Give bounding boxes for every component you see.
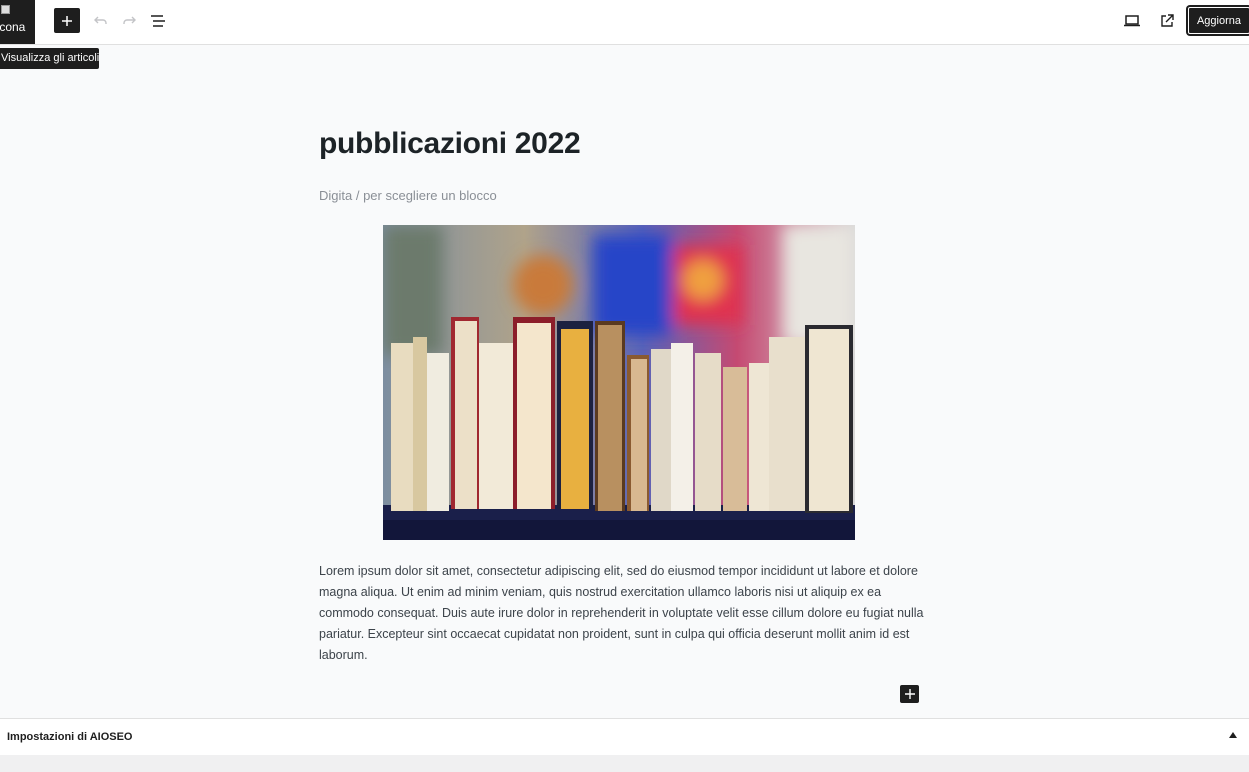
document-overview-button[interactable] [147, 10, 169, 32]
post-title[interactable]: pubblicazioni 2022 [319, 127, 581, 161]
aioseo-panel-header[interactable]: Impostazioni di AIOSEO [0, 719, 1249, 755]
redo-icon [123, 16, 136, 24]
site-icon-alt-text: Icona [0, 20, 26, 34]
aioseo-panel: Impostazioni di AIOSEO [0, 718, 1249, 772]
block-placeholder[interactable]: Digita / per scegliere un blocco [319, 188, 497, 203]
caret-up-icon[interactable] [1229, 732, 1237, 738]
aioseo-panel-title: Impostazioni di AIOSEO [7, 731, 133, 743]
desktop-icon [1124, 15, 1140, 27]
image-block-books[interactable] [383, 225, 855, 540]
broken-image-icon [1, 5, 10, 14]
preview-button[interactable] [1121, 10, 1143, 32]
plus-icon [904, 689, 915, 699]
list-view-icon [151, 15, 165, 27]
undo-button[interactable] [90, 10, 112, 32]
books-photo [383, 225, 855, 540]
update-button[interactable]: Aggiorna [1188, 7, 1249, 34]
aioseo-tabs [0, 755, 1249, 772]
site-icon-button[interactable]: Icona [0, 0, 35, 44]
plus-icon [62, 15, 72, 26]
block-inserter-button[interactable] [54, 8, 80, 33]
view-post-button[interactable] [1156, 10, 1178, 32]
tooltip: Visualizza gli articoli [0, 48, 99, 69]
redo-button[interactable] [118, 10, 140, 32]
undo-icon [94, 16, 107, 24]
editor-toolbar: Icona Aggiorna [0, 0, 1249, 45]
add-block-button[interactable] [900, 685, 919, 703]
paragraph-block[interactable]: Lorem ipsum dolor sit amet, consectetur … [319, 561, 924, 666]
external-link-icon [1161, 14, 1174, 27]
